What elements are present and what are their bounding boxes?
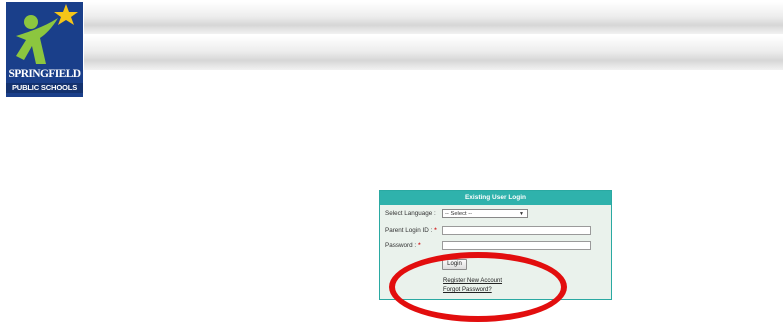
parent-login-input[interactable] — [442, 226, 591, 235]
header-band-bottom — [84, 36, 783, 70]
login-button[interactable]: Login — [442, 259, 467, 270]
dropdown-caret-icon: ▼ — [519, 211, 524, 217]
logo-name-line2: PUBLIC SCHOOLS — [6, 83, 83, 93]
register-new-account-link[interactable]: Register New Account — [443, 278, 502, 284]
password-label: Password : * — [385, 242, 421, 249]
required-marker: * — [418, 242, 421, 249]
login-panel: Existing User Login Select Language : --… — [379, 190, 612, 300]
login-panel-title: Existing User Login — [380, 191, 611, 205]
district-logo[interactable]: SPRINGFIELD PUBLIC SCHOOLS — [6, 2, 83, 97]
header-band-top — [84, 2, 783, 34]
figure-with-star-icon — [16, 4, 78, 64]
logo-name-line1: SPRINGFIELD — [8, 68, 82, 80]
language-label: Select Language : — [385, 210, 436, 217]
parent-login-label-text: Parent Login ID : — [385, 227, 433, 234]
page: SPRINGFIELD PUBLIC SCHOOLS Existing User… — [0, 0, 783, 324]
password-label-text: Password : — [385, 242, 417, 249]
language-select[interactable]: -- Select -- ▼ — [442, 209, 528, 218]
password-input[interactable] — [442, 241, 591, 250]
required-marker: * — [434, 227, 437, 234]
forgot-password-link[interactable]: Forgot Password? — [443, 287, 492, 293]
parent-login-label: Parent Login ID : * — [385, 227, 437, 234]
language-select-value: -- Select -- — [445, 211, 473, 217]
